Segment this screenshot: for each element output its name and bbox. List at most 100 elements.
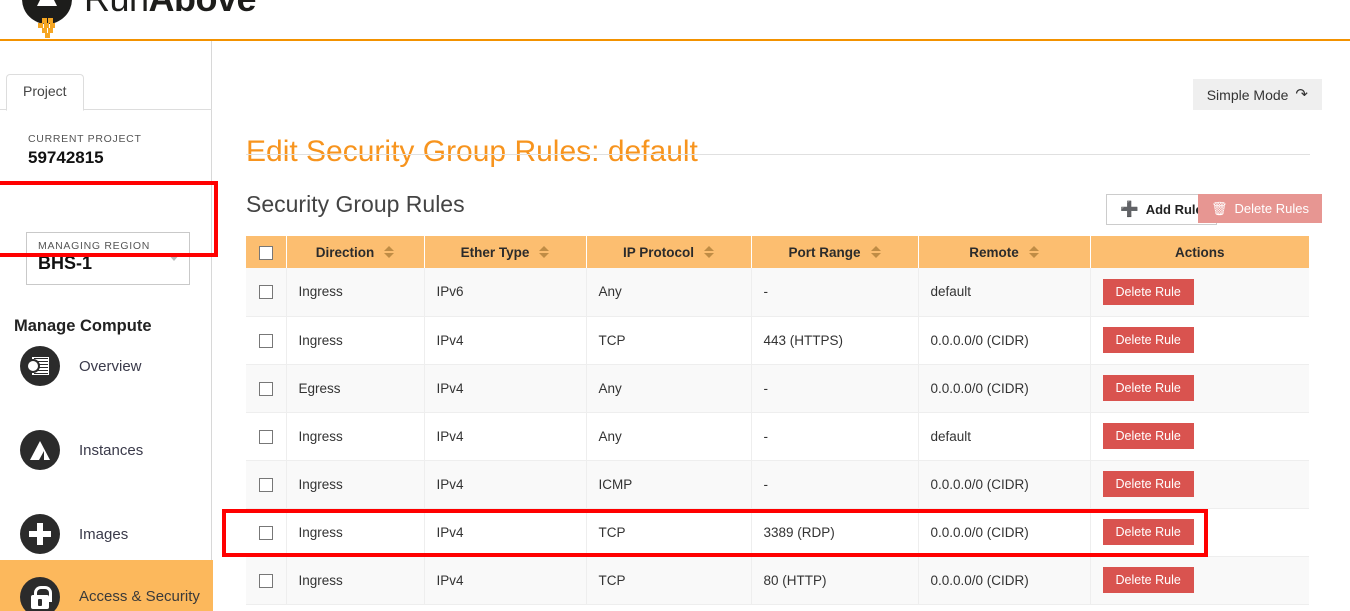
sidebar-item-label-overview: Overview [79,357,142,375]
cell-direction: Egress [286,364,425,413]
delete-rule-button[interactable]: Delete Rule [1102,326,1194,354]
table-row[interactable]: Ingress IPv4 TCP 80 (HTTP) 0.0.0.0/0 (CIDR) D… [246,556,1309,605]
column-label-ip-protocol: IP Protocol [622,244,694,260]
column-header-actions: Actions [1090,236,1309,268]
sidebar-item-access-security[interactable]: Access & Security [0,560,213,611]
sort-icon-direction[interactable] [384,246,395,258]
panel-title: Security Group Rules [246,191,465,217]
cell-actions: Delete Rule [1090,460,1309,509]
table-body: Ingress IPv6 Any - default Delete Rule Ingress… [246,268,1309,605]
plus-icon: ➕ [1120,201,1139,218]
column-label-actions: Actions [1174,244,1225,260]
delete-rule-button[interactable]: Delete Rule [1102,422,1194,450]
managing-region-value: BHS-1 [38,253,93,273]
cell-direction: Ingress [286,508,425,557]
cell-port-range: - [751,268,919,317]
table-row[interactable]: Ingress IPv6 Any - default Delete Rule [246,268,1309,317]
row-select-cell[interactable] [246,508,287,557]
sidebar: Project CURRENT PROJECT 59742815 MANAGIN… [0,41,213,611]
cell-ether-type: IPv6 [424,268,587,317]
cell-ether-type: IPv4 [424,556,587,605]
cell-ether-type: IPv4 [424,460,587,509]
overview-icon [20,346,60,386]
cell-actions: Delete Rule [1090,412,1309,461]
row-checkbox[interactable] [258,525,273,540]
delete-rule-button[interactable]: Delete Rule [1102,278,1194,305]
row-select-cell[interactable] [246,316,287,365]
cell-direction: Ingress [286,316,425,365]
cell-direction: Ingress [286,412,425,461]
sort-icon-remote[interactable] [1028,246,1039,258]
cell-remote: 0.0.0.0/0 (CIDR) [918,316,1091,365]
table-row[interactable]: Egress IPv4 Any -0.0.0.0/0 (CIDR) Delete Rul… [246,364,1309,413]
column-label-direction: Direction [315,244,375,260]
column-header-port-range[interactable]: Port Range [751,236,919,268]
tab-project[interactable]: Project [6,74,84,111]
row-checkbox[interactable] [258,429,273,444]
cell-ether-type: IPv4 [424,508,587,557]
row-select-cell[interactable] [246,412,287,461]
sidebar-tabs: Project [0,74,212,111]
sort-icon-ether-type[interactable] [539,246,550,258]
row-checkbox[interactable] [258,381,273,396]
table-row[interactable]: Ingress IPv4 TCP 3389 (RDP) 0.0.0.0/0 (CIDR)… [246,508,1309,557]
row-select-cell[interactable] [246,268,287,317]
column-header-ip-protocol[interactable]: IP Protocol [586,236,752,268]
cell-port-range: - [751,412,919,461]
cell-actions: Delete Rule [1090,364,1309,413]
row-checkbox[interactable] [258,573,273,588]
select-all-checkbox[interactable] [258,245,273,260]
sidebar-item-overview[interactable]: Overview [0,337,213,395]
sort-icon-ip-protocol[interactable] [704,246,714,258]
simple-mode-label: Simple Mode [1206,86,1289,103]
cell-ip-protocol: TCP [586,508,752,557]
sidebar-item-instances[interactable]: Instances [0,421,213,479]
page-title: Edit Security Group Rules: default [246,135,698,168]
current-project-label: CURRENT PROJECT [28,133,142,145]
brand-name-light: Run [84,0,149,19]
cell-direction: Ingress [286,268,425,317]
select-all-header[interactable] [246,236,287,268]
row-checkbox[interactable] [258,333,273,348]
chevron-down-icon [168,254,180,261]
brand-name: RunAbove [84,0,257,20]
cell-remote: 0.0.0.0/0 (CIDR) [918,508,1091,557]
row-select-cell[interactable] [246,556,287,605]
managing-region-select[interactable]: MANAGING REGION BHS-1 [26,232,190,285]
delete-rule-button[interactable]: Delete Rule [1102,566,1194,594]
table-row[interactable]: Ingress IPv4 ICMP -0.0.0.0/0 (CIDR) Delete R… [246,460,1309,509]
rocket-logo-icon [22,0,80,38]
current-project-value: 59742815 [28,148,104,167]
trash-icon: 🗑 [1211,201,1228,216]
cell-remote: 0.0.0.0/0 (CIDR) [918,460,1091,509]
cell-port-range: - [751,460,919,509]
table-row[interactable]: Ingress IPv4 TCP 443 (HTTPS) 0.0.0.0/0 (CIDR… [246,316,1309,365]
delete-rules-button[interactable]: 🗑 Delete Rules [1198,194,1322,223]
external-link-icon: ↷ [1295,86,1308,103]
column-header-ether-type[interactable]: Ether Type [424,236,587,268]
cell-ether-type: IPv4 [424,412,587,461]
column-header-remote[interactable]: Remote [918,236,1091,268]
cell-port-range: 80 (HTTP) [751,556,919,605]
row-checkbox[interactable] [258,477,273,492]
delete-rule-button[interactable]: Delete Rule [1102,470,1194,498]
sort-icon-port-range[interactable] [870,246,881,258]
row-select-cell[interactable] [246,460,287,509]
delete-rule-button[interactable]: Delete Rule [1102,374,1194,402]
cell-direction: Ingress [286,556,425,605]
cell-actions: Delete Rule [1090,508,1309,557]
row-select-cell[interactable] [246,364,287,413]
column-header-direction[interactable]: Direction [286,236,425,268]
table-header: Direction Ether Type IP Protocol Port Ra… [246,236,1309,268]
simple-mode-button[interactable]: Simple Mode ↷ [1192,79,1322,110]
sidebar-item-label-instances: Instances [79,441,144,459]
table-row[interactable]: Ingress IPv4 Any - default Delete Rule [246,412,1309,461]
cell-actions: Delete Rule [1090,316,1309,365]
sidebar-item-images[interactable]: Images [0,505,213,563]
brand-logo[interactable]: RunAbove [22,0,257,38]
row-checkbox[interactable] [258,285,273,300]
manage-compute-heading: Manage Compute [14,317,152,335]
delete-rule-button[interactable]: Delete Rule [1102,518,1194,546]
cell-ip-protocol: TCP [586,316,752,365]
cell-remote: default [918,268,1091,317]
